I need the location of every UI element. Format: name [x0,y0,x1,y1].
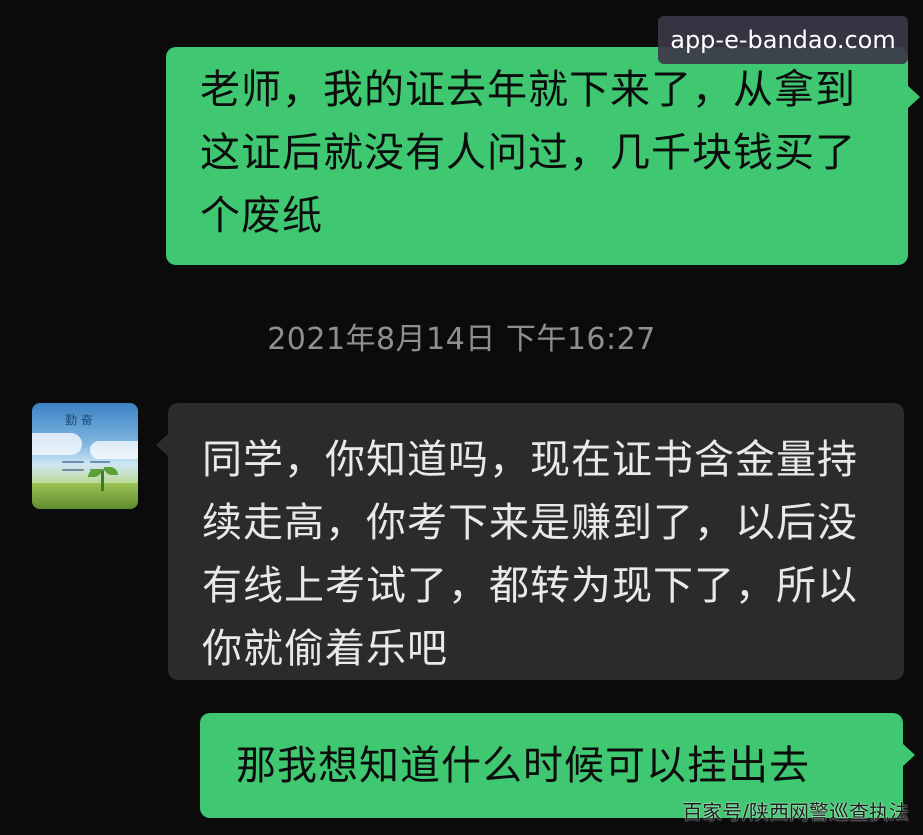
avatar-ground [32,483,138,509]
contact-avatar[interactable]: 勤 奋 [32,403,138,509]
message-timestamp: 2021年8月14日 下午16:27 [267,322,656,357]
bubble-tail [907,85,920,109]
chat-screen: 老师，我的证去年就下来了，从拿到这证后就没有人问过，几千块钱买了个废纸 2021… [0,0,923,835]
site-watermark: app-e-bandao.com [658,16,908,64]
message-text: 老师，我的证去年就下来了，从拿到这证后就没有人问过，几千块钱买了个废纸 [200,67,856,239]
leaf-icon [104,467,118,475]
source-watermark: 百家号/陕西网警巡查执法 [682,800,909,824]
leaf-icon [88,469,102,477]
outgoing-message-bubble[interactable]: 老师，我的证去年就下来了，从拿到这证后就没有人问过，几千块钱买了个废纸 [166,47,920,265]
incoming-message-bubble[interactable]: 同学，你知道吗，现在证书含金量持续走高，你考下来是赚到了，以后没有线上考试了，都… [156,403,904,680]
avatar-cloud [90,441,138,459]
message-text: 那我想知道什么时候可以挂出去 [236,743,810,789]
avatar-scribble [62,469,84,471]
sprout-icon [101,471,104,491]
avatar-cloud [32,433,82,455]
avatar-title: 勤 奋 [65,413,93,427]
bubble-tail [156,433,169,457]
message-text: 同学，你知道吗，现在证书含金量持续走高，你考下来是赚到了，以后没有线上考试了，都… [202,437,858,672]
avatar-scribble [90,461,110,463]
bubble-tail [902,743,915,767]
avatar-scribble [62,461,84,463]
